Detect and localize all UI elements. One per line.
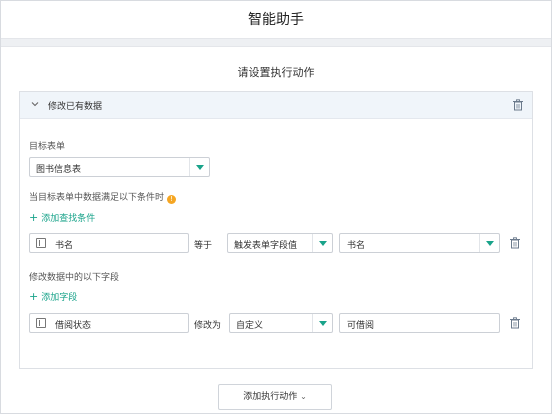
condition-value-type: 触发表单字段值 (234, 241, 298, 251)
plus-icon: + (29, 290, 39, 303)
modify-value: 可借阅 (347, 321, 375, 331)
target-form-select[interactable]: 图书信息表 (29, 157, 210, 177)
add-condition-label: 添加查找条件 (41, 214, 96, 224)
condition-field-value: 书名 (55, 241, 74, 251)
modify-value-type-select[interactable]: 自定义 (229, 313, 333, 333)
condition-field-input[interactable]: 书名 (29, 233, 189, 253)
chevron-down-icon[interactable] (30, 99, 40, 109)
modify-value-input[interactable]: 可借阅 (339, 313, 500, 333)
chevron-down-icon: ⌄ (300, 392, 307, 401)
add-action-button[interactable]: 添加执行动作 ⌄ (218, 384, 332, 410)
info-icon: ! (167, 195, 177, 204)
trash-icon[interactable] (509, 237, 521, 249)
add-action-label: 添加执行动作 (243, 392, 298, 402)
caret-down-icon (312, 234, 332, 252)
action-card-title: 修改已有数据 (48, 102, 103, 112)
action-card-header[interactable]: 修改已有数据 (20, 92, 532, 119)
plus-icon: + (29, 211, 39, 224)
action-card: 修改已有数据 目标表单 图书信息表 当目标表单中数据满足以下条件时! + 添加查找… (19, 91, 533, 369)
caret-down-icon (189, 158, 209, 176)
modify-operator: 修改为 (194, 321, 222, 331)
add-field-link[interactable]: + 添加字段 (29, 290, 77, 303)
modify-field-value: 借阅状态 (55, 321, 92, 331)
add-field-label: 添加字段 (41, 293, 78, 303)
trash-icon[interactable] (509, 317, 521, 329)
target-form-value: 图书信息表 (36, 165, 82, 175)
window-title: 智能助手 (1, 1, 551, 39)
condition-value-type-select[interactable]: 触发表单字段值 (227, 233, 333, 253)
target-form-label: 目标表单 (29, 142, 66, 152)
trash-icon[interactable] (512, 99, 524, 111)
condition-label-text: 当目标表单中数据满足以下条件时 (29, 193, 165, 203)
field-icon (36, 238, 46, 248)
title-divider (1, 39, 551, 47)
condition-label: 当目标表单中数据满足以下条件时! (29, 190, 177, 204)
modify-field-input[interactable]: 借阅状态 (29, 313, 189, 333)
modify-value-type: 自定义 (236, 321, 264, 331)
condition-operator: 等于 (194, 241, 213, 251)
add-condition-link[interactable]: + 添加查找条件 (29, 211, 95, 224)
condition-value: 书名 (347, 241, 366, 251)
caret-down-icon (312, 314, 332, 332)
condition-value-select[interactable]: 书名 (339, 233, 500, 253)
field-icon (36, 318, 46, 328)
caret-down-icon (479, 234, 499, 252)
page-heading: 请设置执行动作 (237, 66, 315, 79)
modify-label: 修改数据中的以下字段 (29, 273, 120, 283)
